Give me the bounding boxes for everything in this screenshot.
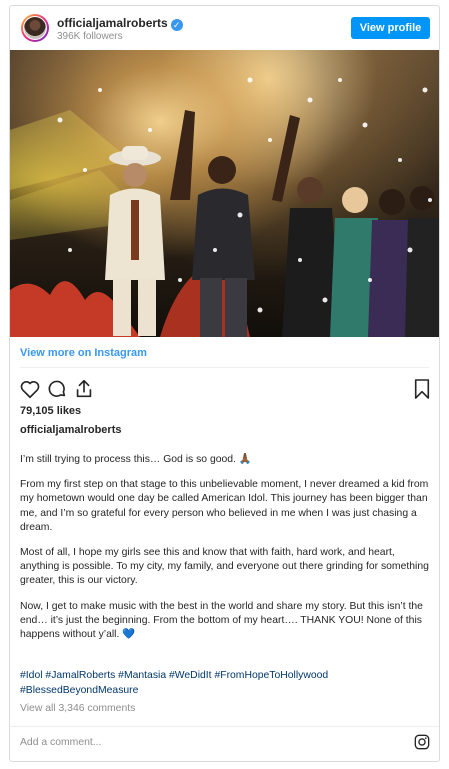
stage-photo-illustration xyxy=(10,77,439,337)
caption-text: I’m still trying to process this… God is… xyxy=(20,453,433,653)
add-comment-input[interactable]: Add a comment... xyxy=(20,737,101,748)
heart-icon[interactable] xyxy=(19,378,41,400)
caption-paragraph: From my first step on that stage to this… xyxy=(20,479,429,533)
post-header: officialjamalroberts ✓ 396K followers Vie… xyxy=(10,6,439,50)
header-username[interactable]: officialjamalroberts ✓ xyxy=(57,16,183,31)
verified-check-icon: ✓ xyxy=(170,19,183,31)
view-all-comments-link[interactable]: View all 3,346 comments xyxy=(20,703,135,714)
hashtags-line[interactable]: #BlessedBeyondMeasure xyxy=(20,684,433,699)
likes-count[interactable]: 79,105 likes xyxy=(20,405,81,417)
caption-paragraph: Most of all, I hope my girls see this an… xyxy=(20,547,429,587)
bookmark-icon[interactable] xyxy=(413,378,431,400)
hashtags-line[interactable]: #Idol #JamalRoberts #Mantasia #WeDidIt #… xyxy=(20,669,433,684)
caption-paragraph: Now, I get to make music with the best i… xyxy=(20,600,423,641)
instagram-logo-icon[interactable] xyxy=(414,734,430,750)
caption-username[interactable]: officialjamalroberts xyxy=(20,424,121,436)
followers-count: 396K followers xyxy=(57,31,123,42)
hashtags[interactable]: #Idol #JamalRoberts #Mantasia #WeDidIt #… xyxy=(20,669,433,698)
username-text[interactable]: officialjamalroberts xyxy=(57,16,168,30)
instagram-embed-card: officialjamalroberts ✓ 396K followers Vie… xyxy=(9,5,440,762)
avatar[interactable] xyxy=(21,14,49,42)
divider xyxy=(20,367,429,368)
view-more-on-instagram-link[interactable]: View more on Instagram xyxy=(20,347,147,359)
post-photo[interactable] xyxy=(10,50,439,337)
share-icon[interactable] xyxy=(73,378,95,400)
divider xyxy=(10,726,439,727)
comment-icon[interactable] xyxy=(46,378,68,400)
caption-paragraph: I’m still trying to process this… God is… xyxy=(20,454,252,465)
view-profile-button[interactable]: View profile xyxy=(351,17,430,39)
